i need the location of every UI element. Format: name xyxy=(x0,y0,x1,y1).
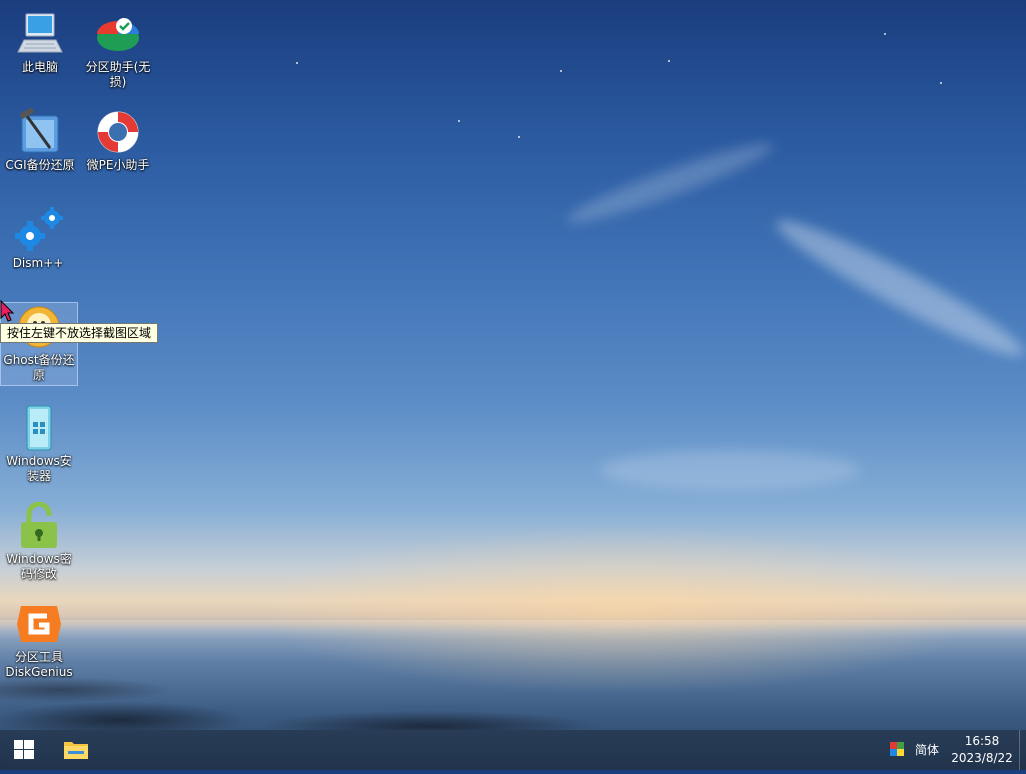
desktop-icon-wepe-helper[interactable]: 微PE小助手 xyxy=(80,108,156,173)
computer-icon xyxy=(16,10,64,58)
gears-icon xyxy=(14,206,63,254)
lifebuoy-icon xyxy=(94,108,142,156)
windows-logo-icon xyxy=(14,740,34,759)
desktop-icon-partition-assistant[interactable]: 分区助手(无损) xyxy=(80,10,156,90)
cgi-backup-icon xyxy=(16,106,64,156)
folder-icon xyxy=(64,742,88,759)
show-desktop-button[interactable] xyxy=(1019,730,1026,770)
diskgenius-icon xyxy=(15,600,63,648)
desktop-icon-label: 分区工具DiskGenius xyxy=(5,650,73,679)
ime-indicator[interactable]: 简体 xyxy=(915,741,939,758)
taskbar: 简体 16:58 2023/8/22 xyxy=(0,730,1026,770)
shore-rocks xyxy=(0,660,1026,730)
lock-icon xyxy=(15,501,63,550)
desktop-icon-label: 微PE小助手 xyxy=(86,158,150,172)
windows-installer-icon xyxy=(15,404,63,452)
clock-date: 2023/8/22 xyxy=(951,751,1013,765)
desktop-icon-label: Windows密码修改 xyxy=(6,552,72,581)
partition-assistant-icon xyxy=(94,10,142,58)
desktop-icon-label: 分区助手(无损) xyxy=(85,60,151,89)
desktop-icon-windows-password[interactable]: Windows密码修改 xyxy=(1,501,77,582)
desktop-icon-label: Ghost备份还原 xyxy=(3,353,75,382)
desktop-icon-label: CGI备份还原 xyxy=(5,158,75,172)
cloud-streak xyxy=(767,206,1026,370)
color-palette-icon[interactable] xyxy=(890,742,904,756)
system-clock[interactable]: 16:58 2023/8/22 xyxy=(950,733,1014,767)
cloud-streak xyxy=(600,450,860,490)
cloud-streak xyxy=(562,133,778,233)
desktop-icon-this-pc[interactable]: 此电脑 xyxy=(2,10,78,75)
desktop-icon-label: Windows安装器 xyxy=(6,454,72,483)
desktop-icon-windows-installer[interactable]: Windows安装器 xyxy=(1,404,77,484)
screenshot-tooltip: 按住左键不放选择截图区域 xyxy=(0,323,159,343)
desktop-icon-diskgenius[interactable]: 分区工具DiskGenius xyxy=(1,600,77,680)
desktop-icon-cgi-backup[interactable]: CGI备份还原 xyxy=(2,106,78,173)
file-explorer-button[interactable] xyxy=(52,730,100,770)
clock-time: 16:58 xyxy=(964,734,1000,748)
desktop-icon-label: Dism++ xyxy=(12,256,64,270)
desktop-icon-dism[interactable]: Dism++ xyxy=(0,206,76,271)
start-button[interactable] xyxy=(0,730,48,770)
desktop-icon-label: 此电脑 xyxy=(21,60,58,74)
